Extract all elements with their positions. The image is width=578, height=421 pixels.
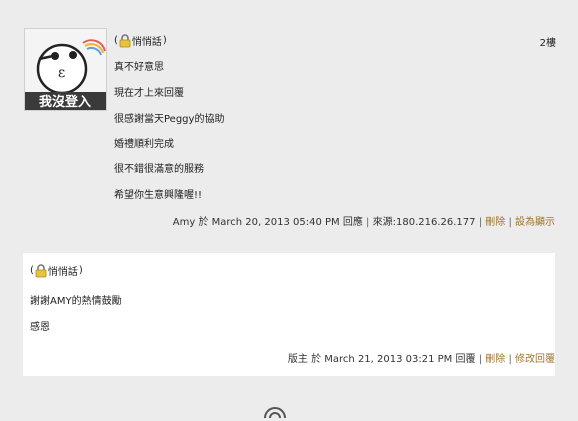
not-logged-in-avatar-icon: ε 我沒登入 [25, 29, 106, 110]
comment-line: 希望你生意興隆喔!! [114, 190, 203, 201]
reply-private-label: ( 悄悄話 ) [30, 263, 83, 278]
svg-text:ε: ε [58, 65, 65, 81]
comment-line: 婚禮順利完成 [114, 139, 174, 150]
lock-icon [35, 263, 47, 278]
edit-reply-link[interactable]: 修改回覆 [515, 354, 555, 365]
delete-comment-link[interactable]: 刪除 [485, 217, 505, 228]
comment-date: March 20, 2013 05:40 PM [211, 217, 340, 228]
floor-number: 2樓 [539, 38, 556, 49]
reply-line: 謝謝AMY的熱情鼓勵 [30, 296, 122, 307]
reply-meta: 版主 於 March 21, 2013 03:21 PM 回覆 | 刪除 | 修… [287, 354, 555, 365]
reply-author: 版主 [287, 354, 308, 365]
avatar: ε 我沒登入 [24, 28, 107, 111]
comment-line: 現在才上來回覆 [114, 88, 184, 99]
reply-line: 感恩 [30, 322, 50, 333]
comment-line: 很感謝當天Peggy的協助 [114, 114, 225, 125]
comment-author: Amy [172, 217, 196, 228]
comment-line: 很不錯很滿意的服務 [114, 164, 204, 175]
avatar-caption: 我沒登入 [39, 94, 91, 110]
comment-meta: Amy 於 March 20, 2013 05:40 PM 回應 | 來源:18… [172, 217, 555, 228]
lock-icon [119, 33, 131, 48]
comment-source: 來源:180.216.26.177 [372, 217, 476, 228]
comment-line: 真不好意思 [114, 62, 164, 73]
private-label: ( 悄悄話 ) [114, 33, 167, 48]
set-visible-link[interactable]: 設為顯示 [515, 217, 555, 228]
reply-date: March 21, 2013 03:21 PM [324, 354, 453, 365]
delete-reply-link[interactable]: 刪除 [485, 354, 505, 365]
